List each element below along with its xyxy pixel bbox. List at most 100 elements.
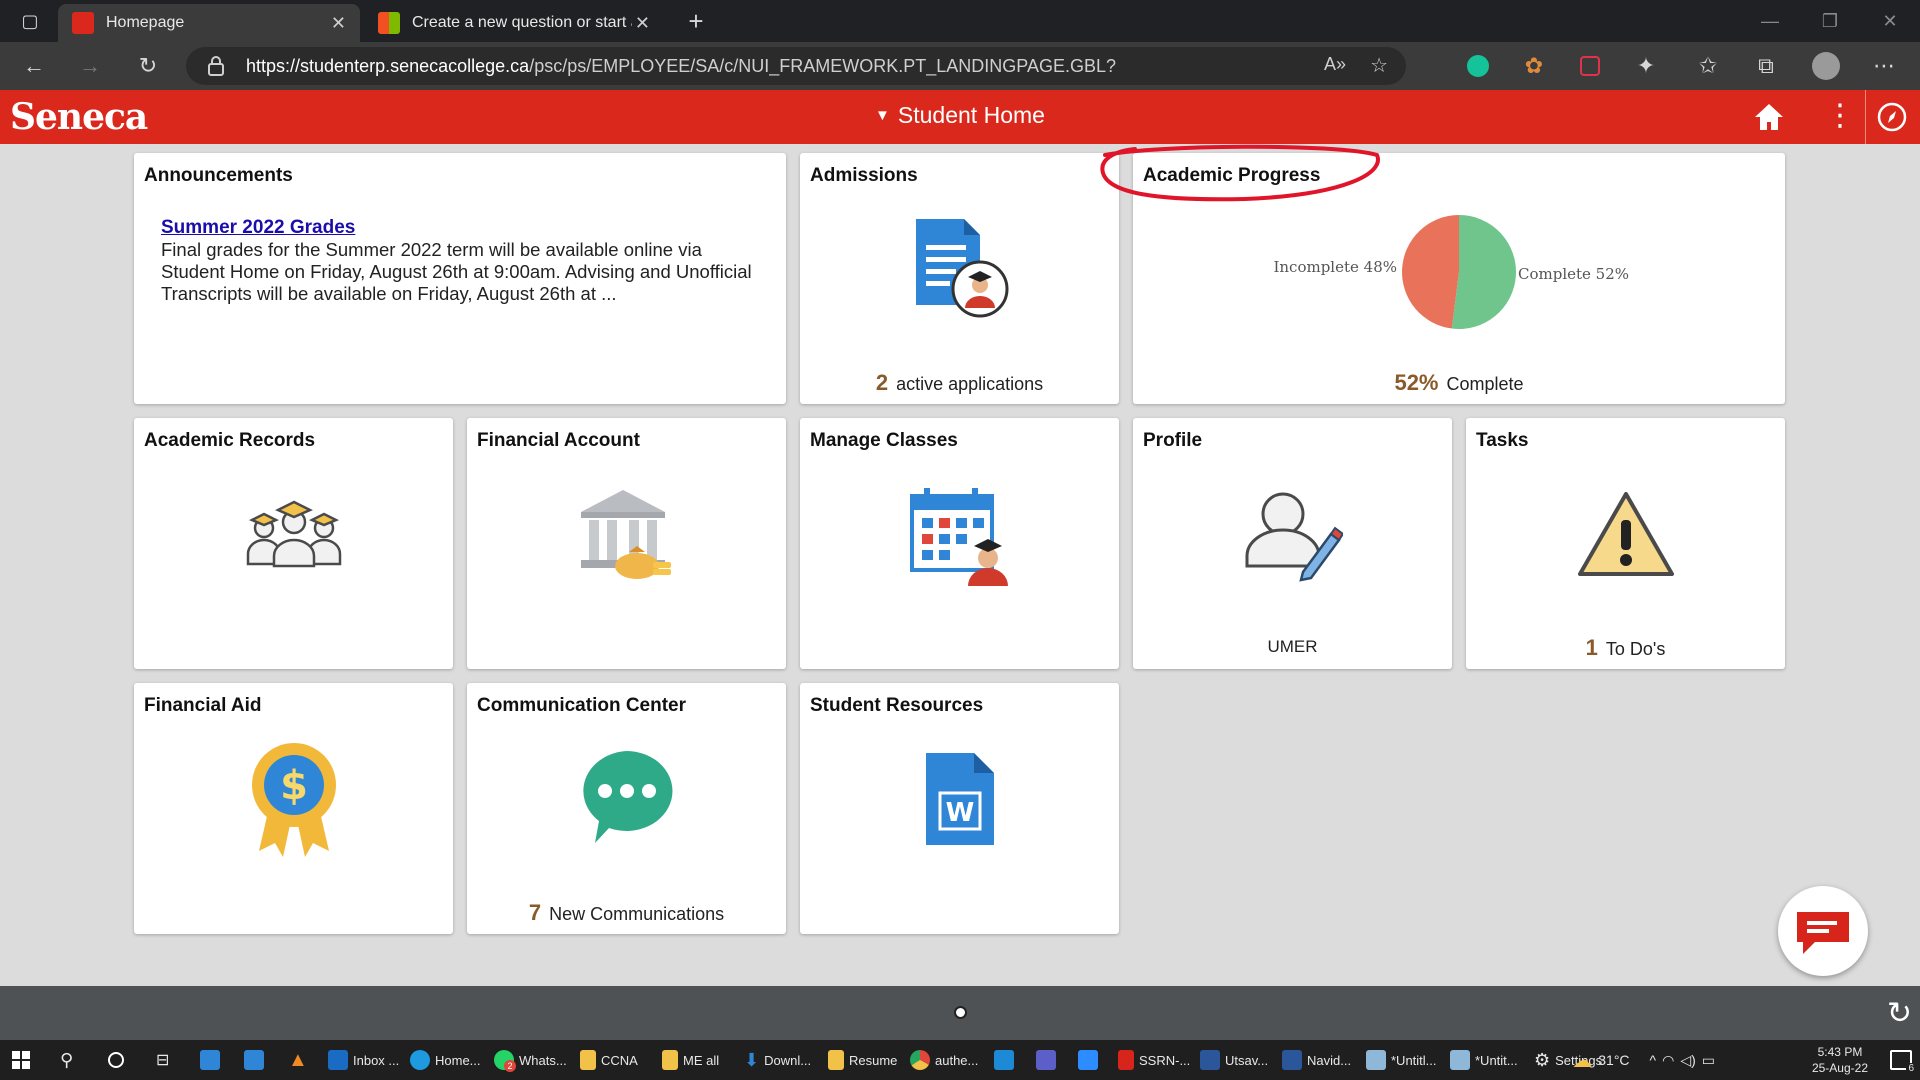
close-tab-icon[interactable]: ✕ <box>635 13 650 34</box>
home-icon[interactable] <box>1753 102 1785 137</box>
taskbar-app-label: Utsav... <box>1225 1052 1269 1068</box>
tile-academic-records[interactable]: Academic Records <box>134 418 453 669</box>
taskbar-app-ccna[interactable]: CCNA <box>580 1040 638 1080</box>
extensions-icon[interactable]: ✦ <box>1630 50 1662 82</box>
taskbar-app-label: CCNA <box>601 1052 638 1068</box>
zoom-icon[interactable] <box>1078 1040 1098 1080</box>
url-host: https://studenterp.senecacollege.ca <box>246 55 530 76</box>
tile-profile[interactable]: Profile UMER <box>1133 418 1452 669</box>
taskbar-app-notepad-1[interactable]: *Untitl... <box>1366 1040 1437 1080</box>
tile-title: Student Resources <box>810 695 984 716</box>
tasks-count: 1 <box>1585 635 1598 660</box>
tile-financial-aid[interactable]: Financial Aid $ <box>134 683 453 934</box>
admissions-count: 2 <box>875 370 889 395</box>
minimize-icon[interactable]: — <box>1740 0 1800 42</box>
add-favorite-icon[interactable]: ☆ <box>1370 53 1388 78</box>
communications-label: New Communications <box>549 904 725 924</box>
tile-tasks[interactable]: Tasks 1 To Do's <box>1466 418 1785 669</box>
favorites-icon[interactable]: ✩ <box>1692 50 1724 82</box>
url-path: /psc/ps/EMPLOYEE/SA/c/NUI_FRAMEWORK.PT_L… <box>529 55 1117 76</box>
more-options-icon[interactable]: ⋯ <box>1868 50 1900 82</box>
tile-title: Announcements <box>144 165 293 186</box>
taskbar-app-chrome[interactable]: authe... <box>910 1040 978 1080</box>
read-aloud-icon[interactable]: A» <box>1324 54 1346 75</box>
address-bar[interactable]: https://studenterp.senecacollege.ca /psc… <box>186 47 1406 85</box>
taskbar-app-label: Home... <box>435 1052 481 1068</box>
taskbar-app-pdf[interactable]: SSRN-... <box>1118 1040 1190 1080</box>
new-tab-icon[interactable]: + <box>680 5 712 37</box>
announcement-text: Final grades for the Summer 2022 term wi… <box>161 239 752 304</box>
notification-count: 6 <box>1906 1063 1916 1074</box>
page-indicator-dot[interactable] <box>954 1006 967 1019</box>
page-title-text: Student Home <box>897 102 1045 128</box>
pie-slice-incomplete[interactable] <box>1402 215 1459 329</box>
taskbar-app-downloads[interactable]: ⬇ Downl... <box>744 1040 811 1080</box>
chat-button[interactable] <box>1778 886 1868 976</box>
clock-date: 25-Aug-22 <box>1811 1061 1868 1075</box>
taskbar-app-edge[interactable]: Home... <box>410 1040 481 1080</box>
taskbar-app-notepad-2[interactable]: *Untit... <box>1450 1040 1518 1080</box>
announcement-link[interactable]: Summer 2022 Grades <box>161 217 766 239</box>
profile-avatar-icon[interactable] <box>1810 50 1842 82</box>
battery-icon[interactable]: ▭ <box>1702 1052 1715 1069</box>
vscode-icon[interactable] <box>994 1040 1014 1080</box>
tile-footer: 52% Complete <box>1133 370 1785 396</box>
extension-red-icon[interactable] <box>1574 50 1606 82</box>
progress-pie-chart: Incomplete 48% Complete 52% <box>1273 215 1629 329</box>
taskbar-app-label: SSRN-... <box>1139 1052 1191 1068</box>
tile-title: Financial Account <box>477 430 640 451</box>
taskbar-app-me-all[interactable]: ME all <box>662 1040 719 1080</box>
notification-center-icon[interactable]: 6 <box>1890 1040 1916 1080</box>
teams-icon[interactable] <box>1036 1040 1056 1080</box>
refresh-page-icon[interactable]: ↻ <box>1887 996 1912 1031</box>
weather-widget[interactable]: ☁ 31°C ^ ◠ ◁) ▭ <box>1572 1040 1715 1080</box>
calendar-student-icon <box>908 486 1012 591</box>
refresh-icon[interactable]: ↻ <box>132 50 164 82</box>
tab-actions-icon[interactable]: ▢ <box>14 5 46 37</box>
taskbar-app-whatsapp[interactable]: 2 Whats... <box>494 1040 567 1080</box>
maximize-icon[interactable]: ❐ <box>1800 0 1860 42</box>
taskbar-app-outlook[interactable]: Inbox ... <box>328 1040 399 1080</box>
tile-communication-center[interactable]: Communication Center 7 New Communications <box>467 683 786 934</box>
grammarly-extension-icon[interactable] <box>1462 50 1494 82</box>
back-icon[interactable]: ← <box>18 50 50 82</box>
cookie-extension-icon[interactable]: ✿ <box>1518 50 1550 82</box>
tile-manage-classes[interactable]: Manage Classes <box>800 418 1119 669</box>
svg-text:$: $ <box>280 763 308 809</box>
page-title[interactable]: ▼ Student Home <box>0 102 1920 129</box>
taskbar-app-word-utsav[interactable]: Utsav... <box>1200 1040 1268 1080</box>
tile-footer: UMER <box>1133 637 1452 657</box>
mail-icon[interactable] <box>244 1040 264 1080</box>
tab-title: Create a new question or start a <box>412 14 632 31</box>
tray-chevron-icon[interactable]: ^ <box>1650 1052 1657 1068</box>
tab-create-question[interactable]: Create a new question or start a ✕ <box>364 4 664 42</box>
actions-menu-icon[interactable]: ⋮ <box>1825 100 1855 132</box>
bank-icon <box>577 486 677 587</box>
tile-announcements[interactable]: Announcements Summer 2022 Grades Final g… <box>134 153 786 404</box>
lock-icon[interactable] <box>206 55 226 82</box>
pie-slice-complete[interactable] <box>1451 215 1516 329</box>
volume-icon[interactable]: ◁) <box>1680 1052 1695 1069</box>
collections-icon[interactable]: ⧉ <box>1750 50 1782 82</box>
tile-admissions[interactable]: Admissions 2 active applications <box>800 153 1119 404</box>
navbar-compass-icon[interactable] <box>1877 102 1907 137</box>
browser-tab-strip: ▢ Homepage ✕ Create a new question or st… <box>0 0 1920 42</box>
forward-icon[interactable]: → <box>74 50 106 82</box>
search-icon[interactable]: ⚲ <box>60 1040 73 1080</box>
tile-footer: 1 To Do's <box>1466 635 1785 661</box>
tile-title: Profile <box>1143 430 1203 451</box>
tab-homepage[interactable]: Homepage ✕ <box>58 4 360 42</box>
system-clock[interactable]: 5:43 PM 25-Aug-22 <box>1812 1044 1868 1076</box>
cortana-icon[interactable] <box>108 1040 124 1080</box>
windows-start-icon[interactable] <box>12 1040 30 1080</box>
close-window-icon[interactable]: ✕ <box>1860 0 1920 42</box>
vlc-icon[interactable]: ▲ <box>288 1040 308 1080</box>
wifi-icon[interactable]: ◠ <box>1662 1052 1674 1069</box>
taskbar-app-resume[interactable]: Resume <box>828 1040 897 1080</box>
tile-student-resources[interactable]: Student Resources W <box>800 683 1119 934</box>
task-view-icon[interactable]: ⊟ <box>156 1040 169 1080</box>
taskbar-app-word-navid[interactable]: Navid... <box>1282 1040 1351 1080</box>
close-tab-icon[interactable]: ✕ <box>331 13 346 34</box>
store-icon[interactable] <box>200 1040 220 1080</box>
tile-financial-account[interactable]: Financial Account <box>467 418 786 669</box>
